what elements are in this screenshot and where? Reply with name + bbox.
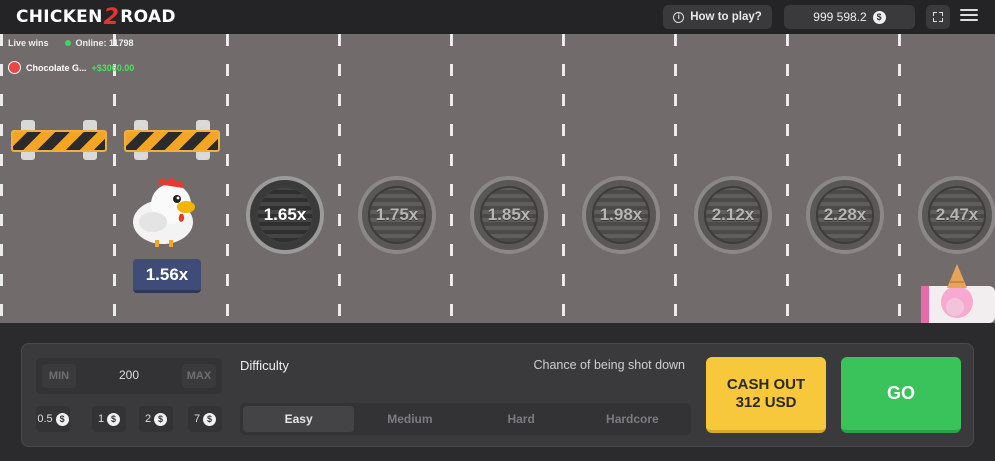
balance-display: 999 598.2 $ (784, 5, 915, 29)
multiplier-value: 1.65x (263, 205, 307, 224)
how-to-play-button[interactable]: i How to play? (663, 5, 772, 29)
multiplier-value: 2.28x (823, 205, 867, 224)
winner-name: Chocolate G... (26, 62, 87, 73)
online-dot-icon (64, 40, 71, 46)
online-text: Online: 11798 (75, 38, 134, 48)
logo-text-left: CHICKEN (16, 7, 103, 27)
winner-amount: +$3060.00 (91, 62, 135, 73)
difficulty-selector: Easy Medium Hard Hardcore (240, 403, 691, 435)
quick-bet-button[interactable]: 1 $ (92, 406, 126, 432)
multiplier-lane-6: 2.28x (806, 176, 884, 254)
max-bet-button[interactable]: MAX (182, 364, 216, 388)
dollar-coin-icon: $ (107, 412, 121, 426)
logo-text-mid: 2 (103, 4, 120, 30)
chicken-icon (133, 178, 195, 247)
lane-divider (113, 34, 116, 323)
cash-out-amount: 312 USD (735, 393, 797, 411)
balance-value: 999 598.2 (813, 10, 867, 24)
multiplier-lane-5: 2.12x (694, 176, 772, 254)
barrier-icon (11, 120, 107, 160)
quick-bet-button[interactable]: 0.5 $ (36, 406, 70, 432)
multiplier-lane-3: 1.85x (470, 176, 548, 254)
lane-divider (450, 34, 453, 323)
cash-out-button[interactable]: CASH OUT 312 USD (706, 357, 826, 433)
logo-text-right: ROAD (120, 7, 176, 27)
multiplier-value: 2.47x (935, 205, 979, 224)
barrier-icon (124, 120, 220, 160)
multiplier-value: 2.12x (711, 205, 755, 224)
game-road: Live wins Online: 11798 Chocolate G... +… (0, 34, 995, 323)
live-win-entry: Chocolate G... +$3060.00 (8, 61, 134, 74)
lane-divider (226, 34, 229, 323)
hamburger-icon (960, 9, 978, 11)
bet-amount-field[interactable]: MIN 200 MAX (36, 358, 222, 394)
lane-divider (0, 34, 3, 323)
top-bar: CHICKEN 2 ROAD i How to play? 999 598.2 … (0, 0, 995, 34)
live-wins-bar: Live wins Online: 11798 (8, 38, 134, 48)
avatar (8, 61, 21, 74)
quick-bet-button[interactable]: 2 $ (139, 406, 173, 432)
difficulty-tab-easy[interactable]: Easy (243, 406, 355, 432)
dollar-coin-icon: $ (55, 412, 69, 426)
current-multiplier-badge: 1.56x (133, 259, 201, 293)
chance-label: Chance of being shot down (533, 358, 686, 372)
multiplier-lane-4: 1.98x (582, 176, 660, 254)
game-logo: CHICKEN 2 ROAD (16, 4, 176, 30)
multiplier-value: 1.85x (487, 205, 531, 224)
multiplier-lane-7: 2.47x (918, 176, 995, 254)
multiplier-lane-1[interactable]: 1.65x (246, 176, 324, 254)
dollar-coin-icon: $ (154, 412, 168, 426)
live-wins-label: Live wins (8, 38, 49, 48)
lane-divider (338, 34, 341, 323)
difficulty-tab-hardcore[interactable]: Hardcore (577, 406, 688, 432)
info-icon: i (673, 11, 685, 23)
lane-divider (786, 34, 789, 323)
control-panel: MIN 200 MAX 0.5 $ 1 $ 2 $ 7 $ Difficulty… (21, 343, 974, 447)
quick-bet-value: 2 (144, 413, 152, 425)
how-to-play-label: How to play? (690, 11, 762, 23)
difficulty-tab-medium[interactable]: Medium (354, 406, 465, 432)
menu-button[interactable] (960, 9, 978, 25)
multiplier-value: 1.98x (599, 205, 643, 224)
lane-divider (562, 34, 565, 323)
fullscreen-button[interactable] (926, 5, 950, 29)
ice-cream-truck-icon (921, 264, 995, 323)
difficulty-tab-hard[interactable]: Hard (466, 406, 577, 432)
online-count: Online: 11798 (64, 38, 134, 48)
dollar-coin-icon: $ (872, 10, 886, 24)
lane-divider (674, 34, 677, 323)
multiplier-value: 1.75x (375, 205, 419, 224)
difficulty-label: Difficulty (240, 358, 289, 373)
dollar-coin-icon: $ (203, 412, 217, 426)
quick-bet-value: 7 (193, 413, 201, 425)
quick-bet-value: 0.5 (37, 413, 53, 425)
lane-divider (898, 34, 901, 323)
cash-out-label: CASH OUT (726, 375, 806, 393)
go-button[interactable]: GO (841, 357, 961, 433)
quick-bet-value: 1 (97, 413, 105, 425)
multiplier-lane-2: 1.75x (358, 176, 436, 254)
quick-bet-button[interactable]: 7 $ (188, 406, 222, 432)
